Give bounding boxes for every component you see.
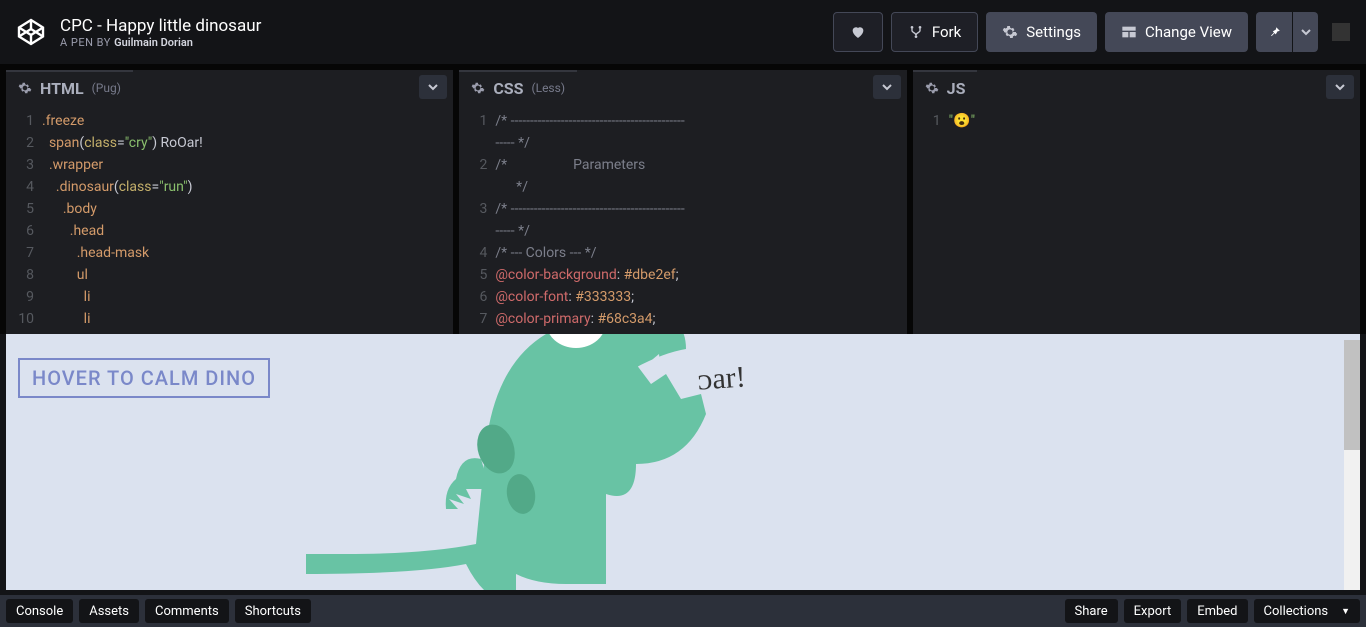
css-editor-header: CSS (Less) bbox=[459, 70, 906, 104]
html-editor-tab[interactable]: HTML (Pug) bbox=[6, 70, 133, 104]
love-button[interactable] bbox=[833, 12, 883, 52]
js-editor-body[interactable]: 1 "😮" bbox=[913, 104, 1360, 334]
html-gutter: 12345678910 bbox=[6, 104, 42, 334]
js-editor-tab[interactable]: JS bbox=[913, 70, 978, 104]
comments-button[interactable]: Comments bbox=[145, 599, 229, 623]
html-editor: HTML (Pug) 12345678910 .freeze span(clas… bbox=[6, 70, 453, 334]
css-editor: CSS (Less) 1234567 /* ------------------… bbox=[459, 70, 906, 334]
css-code[interactable]: /* -------------------------------------… bbox=[495, 104, 906, 334]
pen-title[interactable]: CPC - Happy little dinosaur bbox=[60, 16, 261, 36]
html-collapse[interactable] bbox=[419, 75, 447, 99]
dinosaur-graphic bbox=[286, 334, 726, 590]
js-editor: JS 1 "😮" bbox=[913, 70, 1360, 334]
footer: Console Assets Comments Shortcuts Share … bbox=[0, 595, 1366, 627]
shortcuts-button[interactable]: Shortcuts bbox=[235, 599, 311, 623]
css-collapse[interactable] bbox=[873, 75, 901, 99]
css-sub: (Less) bbox=[532, 81, 566, 95]
editors-row: HTML (Pug) 12345678910 .freeze span(clas… bbox=[0, 64, 1366, 334]
js-editor-header: JS bbox=[913, 70, 1360, 104]
assets-button[interactable]: Assets bbox=[79, 599, 139, 623]
css-label: CSS bbox=[493, 79, 523, 98]
html-editor-header: HTML (Pug) bbox=[6, 70, 453, 104]
html-label: HTML bbox=[40, 79, 84, 98]
footer-left: Console Assets Comments Shortcuts bbox=[6, 599, 311, 623]
app-header: CPC - Happy little dinosaur A PEN BY Gui… bbox=[0, 0, 1366, 64]
html-code[interactable]: .freeze span(class="cry") RoOar! .wrappe… bbox=[42, 104, 453, 334]
console-button[interactable]: Console bbox=[6, 599, 73, 623]
footer-right: Share Export Embed Collections ▼ bbox=[1065, 599, 1360, 623]
header-left: CPC - Happy little dinosaur A PEN BY Gui… bbox=[16, 16, 261, 49]
css-editor-body[interactable]: 1234567 /* -----------------------------… bbox=[459, 104, 906, 334]
gear-icon[interactable] bbox=[925, 81, 939, 95]
chevron-down-icon: ▼ bbox=[1332, 606, 1350, 617]
css-gutter: 1234567 bbox=[459, 104, 495, 334]
pin-group bbox=[1256, 12, 1318, 52]
html-sub: (Pug) bbox=[92, 81, 121, 95]
gear-icon[interactable] bbox=[18, 81, 32, 95]
pin-dropdown[interactable] bbox=[1292, 12, 1318, 52]
preview-scrollbar[interactable] bbox=[1344, 340, 1360, 590]
pin-button[interactable] bbox=[1256, 12, 1292, 52]
fork-button[interactable]: Fork bbox=[891, 12, 978, 52]
js-code[interactable]: "😮" bbox=[949, 104, 1360, 334]
pen-byline: A PEN BY Guilmain Dorian bbox=[60, 36, 261, 49]
codepen-logo-icon[interactable] bbox=[16, 17, 46, 47]
js-collapse[interactable] bbox=[1326, 75, 1354, 99]
change-view-button[interactable]: Change View bbox=[1105, 12, 1248, 52]
js-label: JS bbox=[947, 79, 966, 98]
embed-button[interactable]: Embed bbox=[1187, 599, 1247, 623]
pen-author[interactable]: Guilmain Dorian bbox=[114, 36, 193, 49]
avatar[interactable] bbox=[1332, 23, 1350, 41]
title-block: CPC - Happy little dinosaur A PEN BY Gui… bbox=[60, 16, 261, 49]
settings-button[interactable]: Settings bbox=[986, 12, 1097, 52]
js-gutter: 1 bbox=[913, 104, 949, 334]
header-actions: Fork Settings Change View bbox=[833, 12, 1350, 52]
collections-button[interactable]: Collections ▼ bbox=[1254, 599, 1360, 623]
css-editor-tab[interactable]: CSS (Less) bbox=[459, 70, 577, 104]
gear-icon[interactable] bbox=[471, 81, 485, 95]
html-editor-body[interactable]: 12345678910 .freeze span(class="cry") Ro… bbox=[6, 104, 453, 334]
share-button[interactable]: Share bbox=[1065, 599, 1118, 623]
export-button[interactable]: Export bbox=[1124, 599, 1182, 623]
hover-label: HOVER TO CALM DINO bbox=[18, 358, 270, 398]
preview-pane[interactable]: HOVER TO CALM DINO ᴐar! bbox=[6, 334, 1360, 590]
scrollbar-thumb[interactable] bbox=[1344, 340, 1360, 450]
